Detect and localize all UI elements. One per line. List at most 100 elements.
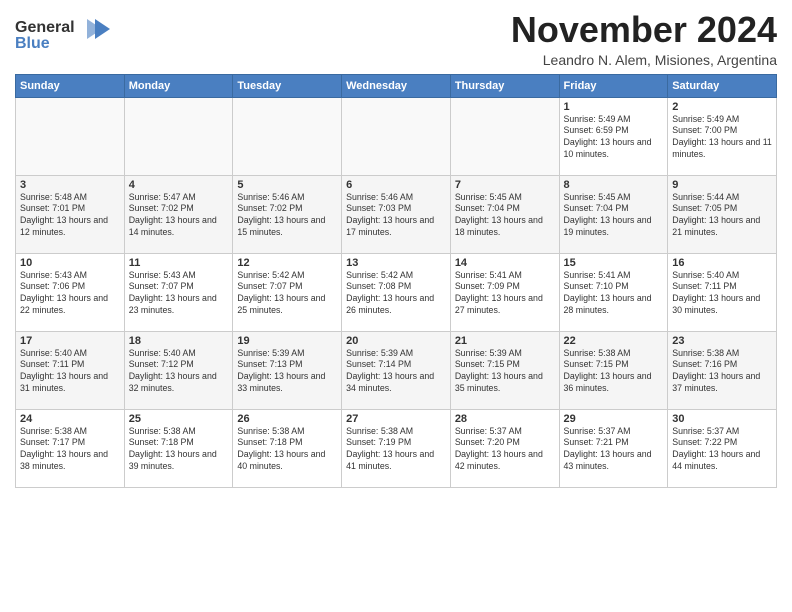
day-number: 30 — [672, 413, 772, 425]
day-number: 21 — [455, 335, 555, 347]
day-number: 2 — [672, 101, 772, 113]
day-number: 20 — [346, 335, 446, 347]
day-number: 28 — [455, 413, 555, 425]
day-info: Sunrise: 5:40 AM Sunset: 7:11 PM Dayligh… — [672, 270, 772, 318]
calendar-cell: 1Sunrise: 5:49 AM Sunset: 6:59 PM Daylig… — [559, 97, 668, 175]
day-info: Sunrise: 5:38 AM Sunset: 7:19 PM Dayligh… — [346, 426, 446, 474]
page: General Blue November 2024 Leandro N. Al… — [0, 0, 792, 612]
calendar-cell: 16Sunrise: 5:40 AM Sunset: 7:11 PM Dayli… — [668, 253, 777, 331]
day-number: 19 — [237, 335, 337, 347]
day-info: Sunrise: 5:41 AM Sunset: 7:09 PM Dayligh… — [455, 270, 555, 318]
calendar-cell: 25Sunrise: 5:38 AM Sunset: 7:18 PM Dayli… — [124, 409, 233, 487]
calendar-cell: 9Sunrise: 5:44 AM Sunset: 7:05 PM Daylig… — [668, 175, 777, 253]
svg-text:General: General — [15, 19, 75, 36]
day-info: Sunrise: 5:39 AM Sunset: 7:13 PM Dayligh… — [237, 348, 337, 396]
calendar-week-1: 3Sunrise: 5:48 AM Sunset: 7:01 PM Daylig… — [16, 175, 777, 253]
calendar-cell: 15Sunrise: 5:41 AM Sunset: 7:10 PM Dayli… — [559, 253, 668, 331]
day-info: Sunrise: 5:39 AM Sunset: 7:15 PM Dayligh… — [455, 348, 555, 396]
header: General Blue November 2024 Leandro N. Al… — [15, 10, 777, 68]
calendar-cell — [233, 97, 342, 175]
calendar-cell — [450, 97, 559, 175]
day-info: Sunrise: 5:42 AM Sunset: 7:07 PM Dayligh… — [237, 270, 337, 318]
day-number: 23 — [672, 335, 772, 347]
calendar-cell — [124, 97, 233, 175]
day-number: 13 — [346, 257, 446, 269]
day-number: 12 — [237, 257, 337, 269]
day-info: Sunrise: 5:37 AM Sunset: 7:21 PM Dayligh… — [564, 426, 664, 474]
calendar-cell: 20Sunrise: 5:39 AM Sunset: 7:14 PM Dayli… — [342, 331, 451, 409]
calendar-cell: 10Sunrise: 5:43 AM Sunset: 7:06 PM Dayli… — [16, 253, 125, 331]
calendar-cell: 8Sunrise: 5:45 AM Sunset: 7:04 PM Daylig… — [559, 175, 668, 253]
day-info: Sunrise: 5:44 AM Sunset: 7:05 PM Dayligh… — [672, 192, 772, 240]
calendar-table: Sunday Monday Tuesday Wednesday Thursday… — [15, 74, 777, 488]
header-monday: Monday — [124, 74, 233, 97]
day-number: 5 — [237, 179, 337, 191]
calendar-cell: 5Sunrise: 5:46 AM Sunset: 7:02 PM Daylig… — [233, 175, 342, 253]
calendar-cell: 26Sunrise: 5:38 AM Sunset: 7:18 PM Dayli… — [233, 409, 342, 487]
day-number: 8 — [564, 179, 664, 191]
calendar-cell: 11Sunrise: 5:43 AM Sunset: 7:07 PM Dayli… — [124, 253, 233, 331]
calendar-cell: 2Sunrise: 5:49 AM Sunset: 7:00 PM Daylig… — [668, 97, 777, 175]
calendar-week-3: 17Sunrise: 5:40 AM Sunset: 7:11 PM Dayli… — [16, 331, 777, 409]
calendar-cell: 24Sunrise: 5:38 AM Sunset: 7:17 PM Dayli… — [16, 409, 125, 487]
calendar-cell: 19Sunrise: 5:39 AM Sunset: 7:13 PM Dayli… — [233, 331, 342, 409]
day-info: Sunrise: 5:40 AM Sunset: 7:11 PM Dayligh… — [20, 348, 120, 396]
day-info: Sunrise: 5:49 AM Sunset: 7:00 PM Dayligh… — [672, 114, 772, 162]
day-info: Sunrise: 5:38 AM Sunset: 7:17 PM Dayligh… — [20, 426, 120, 474]
calendar-cell — [16, 97, 125, 175]
header-tuesday: Tuesday — [233, 74, 342, 97]
day-number: 9 — [672, 179, 772, 191]
day-info: Sunrise: 5:46 AM Sunset: 7:03 PM Dayligh… — [346, 192, 446, 240]
title-block: November 2024 Leandro N. Alem, Misiones,… — [511, 10, 777, 68]
month-title: November 2024 — [511, 10, 777, 50]
calendar-week-0: 1Sunrise: 5:49 AM Sunset: 6:59 PM Daylig… — [16, 97, 777, 175]
logo: General Blue — [15, 14, 115, 64]
day-number: 29 — [564, 413, 664, 425]
header-thursday: Thursday — [450, 74, 559, 97]
day-number: 7 — [455, 179, 555, 191]
day-number: 26 — [237, 413, 337, 425]
day-number: 4 — [129, 179, 229, 191]
calendar-week-2: 10Sunrise: 5:43 AM Sunset: 7:06 PM Dayli… — [16, 253, 777, 331]
day-info: Sunrise: 5:40 AM Sunset: 7:12 PM Dayligh… — [129, 348, 229, 396]
day-number: 16 — [672, 257, 772, 269]
calendar-cell: 27Sunrise: 5:38 AM Sunset: 7:19 PM Dayli… — [342, 409, 451, 487]
calendar-cell: 6Sunrise: 5:46 AM Sunset: 7:03 PM Daylig… — [342, 175, 451, 253]
calendar-cell: 17Sunrise: 5:40 AM Sunset: 7:11 PM Dayli… — [16, 331, 125, 409]
calendar-cell — [342, 97, 451, 175]
day-info: Sunrise: 5:38 AM Sunset: 7:16 PM Dayligh… — [672, 348, 772, 396]
svg-text:Blue: Blue — [15, 35, 50, 52]
calendar-week-4: 24Sunrise: 5:38 AM Sunset: 7:17 PM Dayli… — [16, 409, 777, 487]
calendar-header-row: Sunday Monday Tuesday Wednesday Thursday… — [16, 74, 777, 97]
day-info: Sunrise: 5:37 AM Sunset: 7:20 PM Dayligh… — [455, 426, 555, 474]
day-number: 24 — [20, 413, 120, 425]
header-saturday: Saturday — [668, 74, 777, 97]
day-number: 6 — [346, 179, 446, 191]
day-info: Sunrise: 5:38 AM Sunset: 7:18 PM Dayligh… — [237, 426, 337, 474]
calendar-cell: 22Sunrise: 5:38 AM Sunset: 7:15 PM Dayli… — [559, 331, 668, 409]
day-info: Sunrise: 5:45 AM Sunset: 7:04 PM Dayligh… — [564, 192, 664, 240]
day-number: 3 — [20, 179, 120, 191]
day-info: Sunrise: 5:49 AM Sunset: 6:59 PM Dayligh… — [564, 114, 664, 162]
calendar-cell: 21Sunrise: 5:39 AM Sunset: 7:15 PM Dayli… — [450, 331, 559, 409]
day-info: Sunrise: 5:42 AM Sunset: 7:08 PM Dayligh… — [346, 270, 446, 318]
calendar-cell: 3Sunrise: 5:48 AM Sunset: 7:01 PM Daylig… — [16, 175, 125, 253]
day-number: 27 — [346, 413, 446, 425]
day-info: Sunrise: 5:38 AM Sunset: 7:15 PM Dayligh… — [564, 348, 664, 396]
day-number: 25 — [129, 413, 229, 425]
day-number: 15 — [564, 257, 664, 269]
day-info: Sunrise: 5:43 AM Sunset: 7:07 PM Dayligh… — [129, 270, 229, 318]
calendar-cell: 4Sunrise: 5:47 AM Sunset: 7:02 PM Daylig… — [124, 175, 233, 253]
header-sunday: Sunday — [16, 74, 125, 97]
calendar-cell: 29Sunrise: 5:37 AM Sunset: 7:21 PM Dayli… — [559, 409, 668, 487]
calendar-cell: 23Sunrise: 5:38 AM Sunset: 7:16 PM Dayli… — [668, 331, 777, 409]
day-number: 10 — [20, 257, 120, 269]
calendar-cell: 12Sunrise: 5:42 AM Sunset: 7:07 PM Dayli… — [233, 253, 342, 331]
calendar-cell: 28Sunrise: 5:37 AM Sunset: 7:20 PM Dayli… — [450, 409, 559, 487]
day-info: Sunrise: 5:48 AM Sunset: 7:01 PM Dayligh… — [20, 192, 120, 240]
calendar-cell: 14Sunrise: 5:41 AM Sunset: 7:09 PM Dayli… — [450, 253, 559, 331]
location-subtitle: Leandro N. Alem, Misiones, Argentina — [511, 52, 777, 68]
calendar-cell: 7Sunrise: 5:45 AM Sunset: 7:04 PM Daylig… — [450, 175, 559, 253]
day-number: 14 — [455, 257, 555, 269]
day-info: Sunrise: 5:41 AM Sunset: 7:10 PM Dayligh… — [564, 270, 664, 318]
